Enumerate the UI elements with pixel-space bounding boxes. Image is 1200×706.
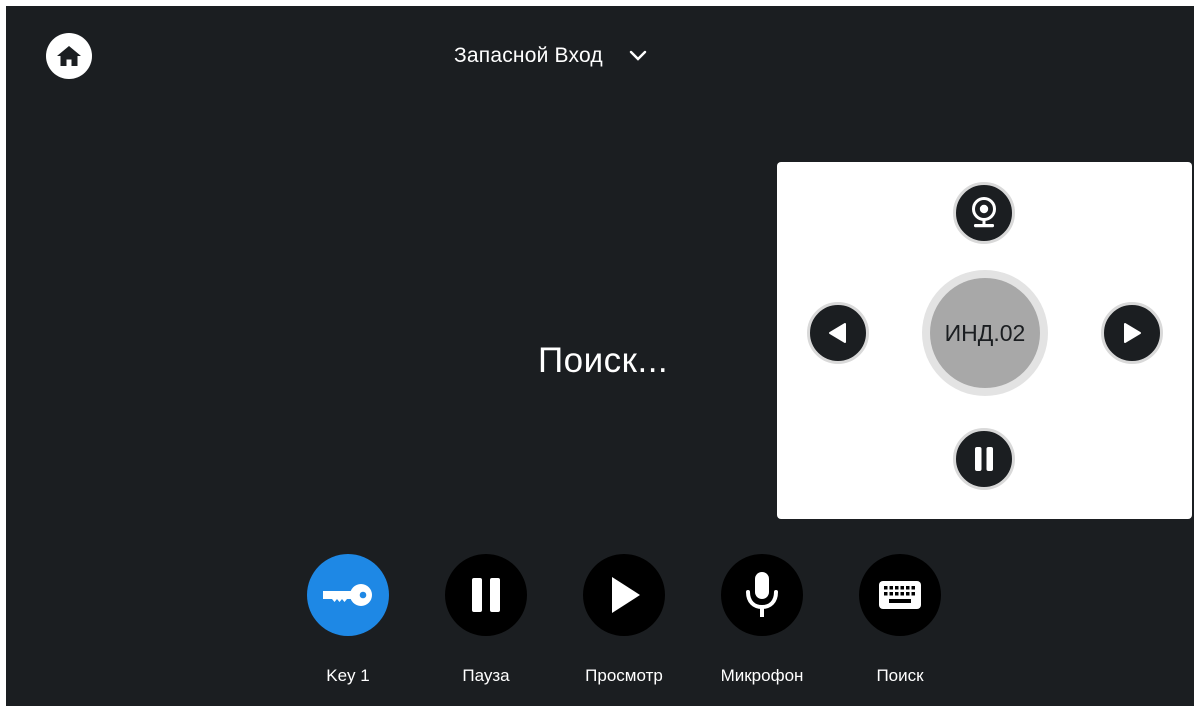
action-search[interactable]: Поиск <box>840 554 960 686</box>
action-label: Key 1 <box>326 666 370 685</box>
keyboard-button[interactable] <box>859 554 941 636</box>
ptz-control-panel: ИНД.02 <box>777 162 1192 519</box>
ptz-camera-button[interactable] <box>953 182 1015 244</box>
triangle-left-icon <box>829 323 846 343</box>
key-icon <box>323 584 372 606</box>
source-dropdown-label: Запасной Вход <box>454 44 603 67</box>
microphone-button[interactable] <box>721 554 803 636</box>
action-view[interactable]: Просмотр <box>564 554 684 686</box>
home-icon <box>57 46 81 66</box>
pause-icon <box>472 578 500 612</box>
action-label: Поиск <box>876 666 924 685</box>
action-label: Микрофон <box>720 666 804 685</box>
ptz-center-ring: ИНД.02 <box>922 270 1048 396</box>
action-pause[interactable]: Пауза <box>426 554 546 686</box>
source-dropdown[interactable]: Запасной Вход <box>454 36 647 76</box>
status-text: Поиск... <box>538 341 669 380</box>
triangle-right-icon <box>1124 323 1141 343</box>
intercom-screen: Запасной Вход Поиск... ИНД.02 Key 1 Пауз… <box>6 6 1194 706</box>
chevron-down-icon <box>629 50 647 61</box>
keyboard-icon <box>879 581 921 609</box>
microphone-icon <box>746 572 778 617</box>
pause-button[interactable] <box>445 554 527 636</box>
action-microphone[interactable]: Микрофон <box>702 554 822 686</box>
ptz-pause-button[interactable] <box>953 428 1015 490</box>
webcam-icon <box>972 197 996 228</box>
ptz-preset-label: ИНД.02 <box>944 319 1026 346</box>
ptz-preset-button[interactable]: ИНД.02 <box>930 278 1040 388</box>
home-button[interactable] <box>46 33 92 79</box>
action-label: Пауза <box>462 666 510 685</box>
action-key1[interactable]: Key 1 <box>288 554 408 686</box>
ptz-left-button[interactable] <box>807 302 869 364</box>
pause-icon <box>975 447 993 471</box>
action-label: Просмотр <box>585 666 663 685</box>
ptz-right-button[interactable] <box>1101 302 1163 364</box>
play-button[interactable] <box>583 554 665 636</box>
play-icon <box>612 577 640 613</box>
action-bar: Key 1 Пауза Просмотр Микрофон Поиск <box>288 554 941 694</box>
key-button[interactable] <box>307 554 389 636</box>
